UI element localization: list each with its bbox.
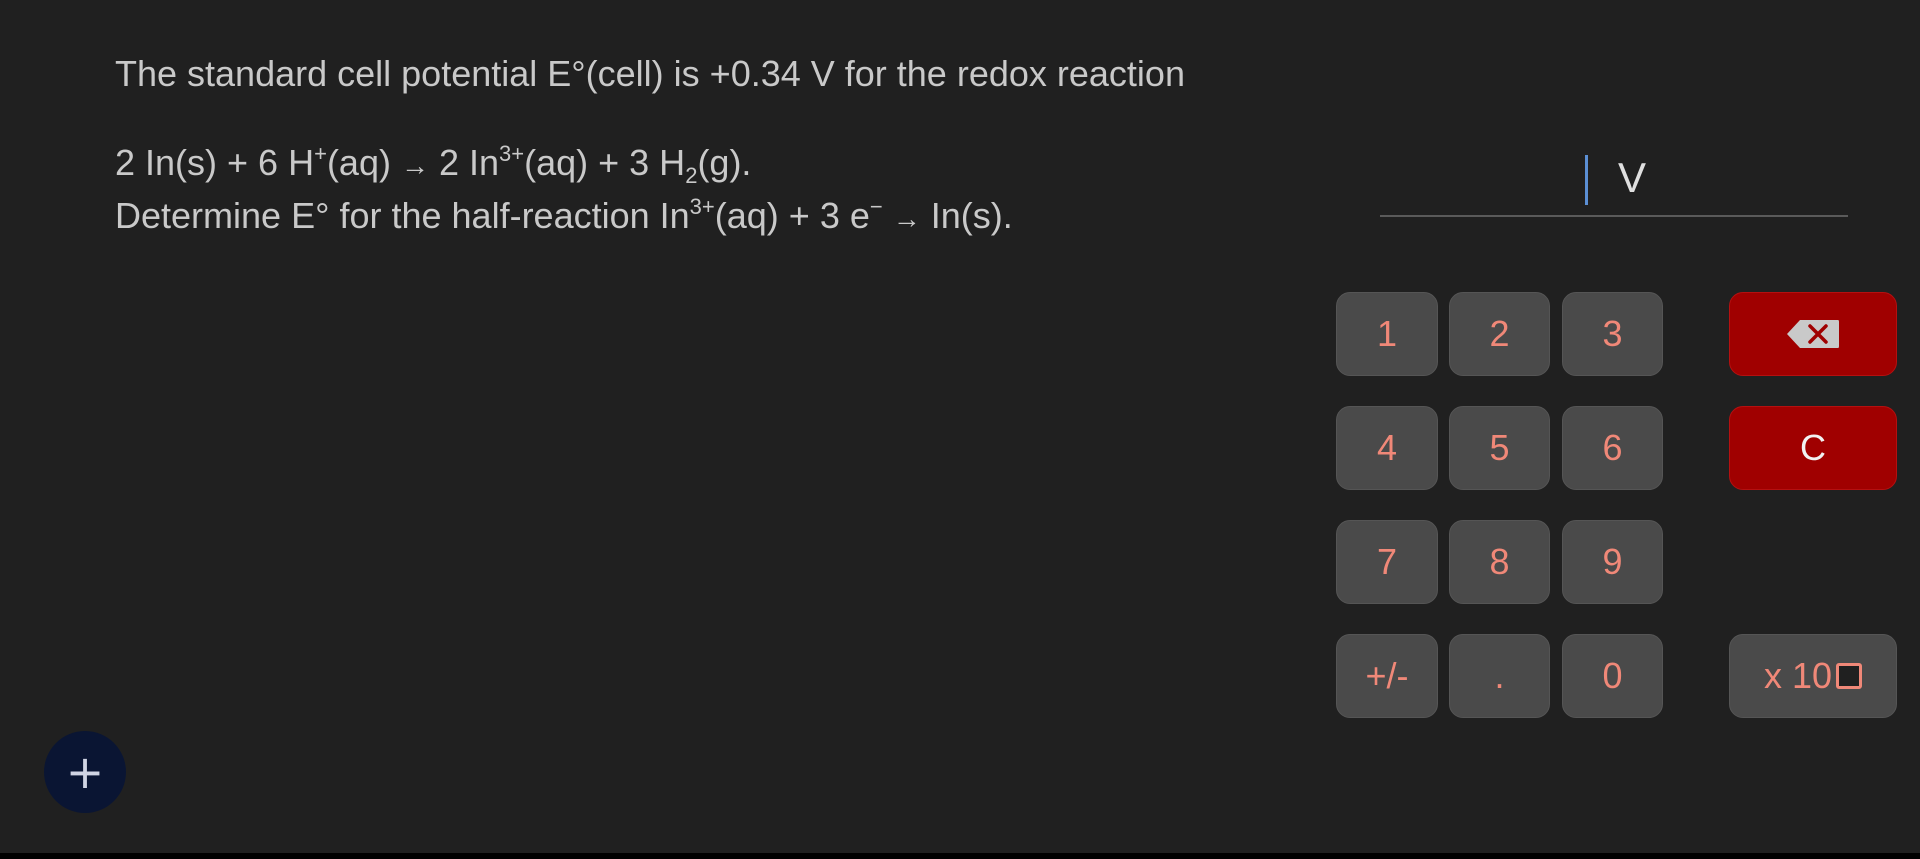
question-intro: The standard cell potential E°(cell) is … <box>115 53 1185 94</box>
key-8[interactable]: 8 <box>1449 520 1550 604</box>
key-4[interactable]: 4 <box>1336 406 1438 490</box>
key-1[interactable]: 1 <box>1336 292 1438 376</box>
decimal-point-button[interactable]: . <box>1449 634 1550 718</box>
key-6[interactable]: 6 <box>1562 406 1663 490</box>
key-7[interactable]: 7 <box>1336 520 1438 604</box>
add-button[interactable]: + <box>44 731 126 813</box>
key-5[interactable]: 5 <box>1449 406 1550 490</box>
answer-unit: V <box>1618 154 1647 201</box>
key-3[interactable]: 3 <box>1562 292 1663 376</box>
exponent-button[interactable]: x 10 <box>1729 634 1897 718</box>
exponent-label: x 10 <box>1763 655 1833 696</box>
key-2[interactable]: 2 <box>1449 292 1550 376</box>
reaction-arrow-icon: → <box>400 150 429 181</box>
half-reaction-prompt: Determine E° for the half-reaction In3+(… <box>115 194 1013 236</box>
sign-toggle-button[interactable]: +/- <box>1336 634 1438 718</box>
clear-button[interactable]: C <box>1729 406 1897 490</box>
exponent-placeholder-icon <box>1836 663 1863 689</box>
backspace-button[interactable] <box>1729 292 1897 376</box>
answer-input[interactable]: V <box>1380 150 1848 217</box>
backspace-icon <box>1787 320 1839 348</box>
reaction-equation: 2 In(s) + 6 H+(aq) → 2 In3+(aq) + 3 H2(g). <box>115 141 752 188</box>
half-reaction-arrow-icon: → <box>892 203 921 234</box>
text-caret <box>1585 155 1588 205</box>
key-0[interactable]: 0 <box>1562 634 1663 718</box>
question-screen: The standard cell potential E°(cell) is … <box>0 0 1920 853</box>
key-9[interactable]: 9 <box>1562 520 1663 604</box>
